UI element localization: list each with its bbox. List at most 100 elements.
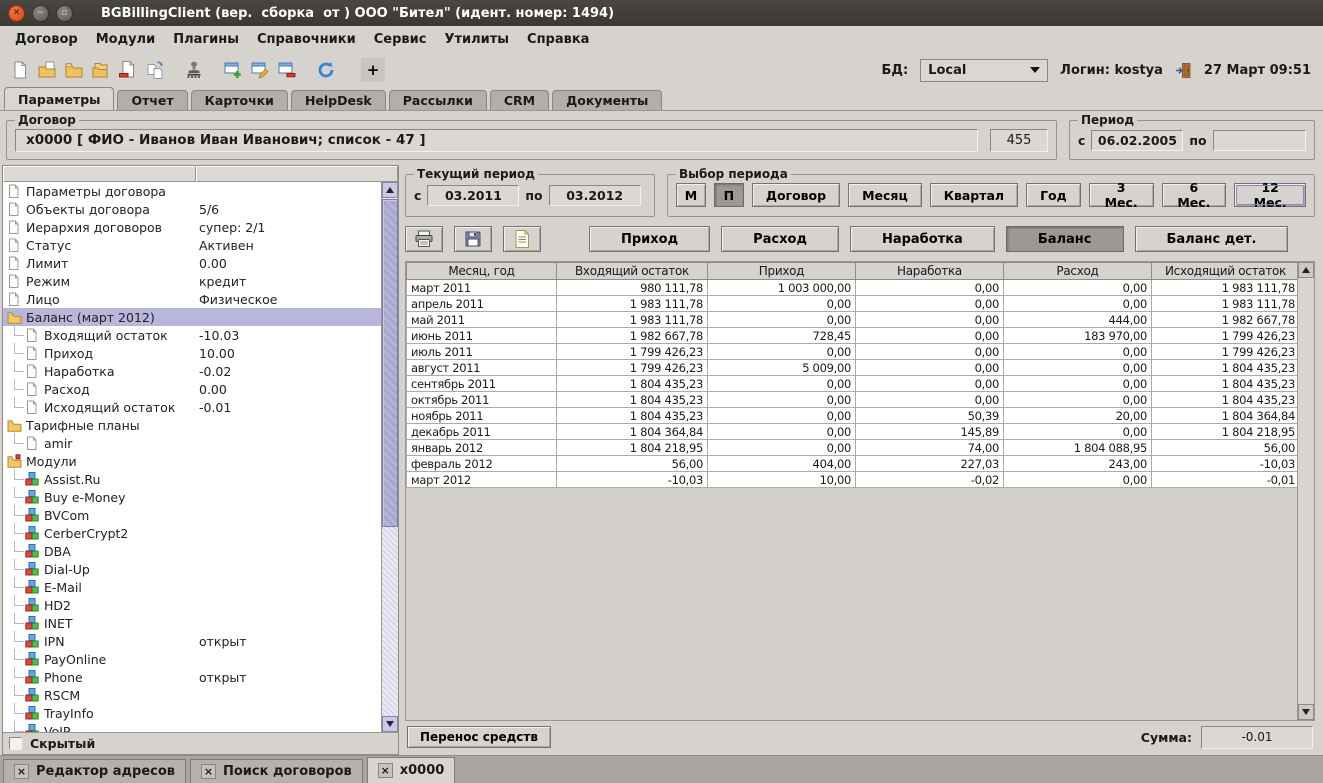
tree-item[interactable]: Assist.Ru <box>3 470 381 488</box>
tree-item[interactable]: E-Mail <box>3 578 381 596</box>
tree-header-cell[interactable] <box>196 166 398 182</box>
tree-item[interactable]: Исходящий остаток-0.01 <box>3 398 381 416</box>
table-row[interactable]: октябрь 20111 804 435,230,000,000,001 80… <box>407 392 1300 408</box>
tree-item[interactable]: TrayInfo <box>3 704 381 722</box>
tree-item[interactable]: INET <box>3 614 381 632</box>
tree-item[interactable]: Phoneоткрыт <box>3 668 381 686</box>
window-delete-icon[interactable] <box>273 57 300 84</box>
tree-item[interactable]: Иерархия договоровсупер: 2/1 <box>3 218 381 236</box>
table-scrollbar[interactable] <box>1297 262 1314 720</box>
tree-item[interactable]: HD2 <box>3 596 381 614</box>
period-button-6 Мес.[interactable]: 6 Мес. <box>1162 183 1227 207</box>
tab-Карточки[interactable]: Карточки <box>191 90 288 110</box>
menu-item-Модули[interactable]: Модули <box>87 29 164 50</box>
menu-item-Сервис[interactable]: Сервис <box>365 29 436 50</box>
menu-item-Справочники[interactable]: Справочники <box>248 29 365 50</box>
tree-item[interactable]: Параметры договора <box>3 182 381 200</box>
view-button-Баланс дет.[interactable]: Баланс дет. <box>1135 226 1289 252</box>
period-from-field[interactable]: 06.02.2005 <box>1091 130 1183 151</box>
tree-item[interactable]: CerberCrypt2 <box>3 524 381 542</box>
table-row[interactable]: январь 20121 804 218,950,0074,001 804 08… <box>407 440 1300 456</box>
tree-scrollbar[interactable] <box>381 182 398 732</box>
tree-item[interactable]: Наработка-0.02 <box>3 362 381 380</box>
stamp-icon[interactable] <box>180 57 207 84</box>
save-button[interactable] <box>454 226 492 252</box>
column-header[interactable]: Месяц, год <box>407 263 557 280</box>
tree-item[interactable]: Режимкредит <box>3 272 381 290</box>
tree-item[interactable]: Лимит0.00 <box>3 254 381 272</box>
menu-item-Плагины[interactable]: Плагины <box>164 29 248 50</box>
view-button-Приход[interactable]: Приход <box>589 226 710 252</box>
close-icon[interactable]: × <box>14 764 29 779</box>
tree-item[interactable]: Объекты договора5/6 <box>3 200 381 218</box>
window-maximize-button[interactable]: ▫ <box>56 5 73 22</box>
period-button-П[interactable]: П <box>714 183 744 207</box>
table-row[interactable]: сентябрь 20111 804 435,230,000,000,001 8… <box>407 376 1300 392</box>
db-select[interactable]: Local <box>920 59 1048 82</box>
toolbar-plus-button[interactable]: + <box>361 58 385 82</box>
tab-Отчет[interactable]: Отчет <box>117 90 187 110</box>
period-to-field[interactable] <box>1213 130 1306 151</box>
copy-document-icon[interactable] <box>141 57 168 84</box>
tree-item[interactable]: IPNоткрыт <box>3 632 381 650</box>
period-button-Год[interactable]: Год <box>1026 183 1081 207</box>
tree-item[interactable]: Расход0.00 <box>3 380 381 398</box>
tree-item[interactable]: amir <box>3 434 381 452</box>
tree-item[interactable]: BVCom <box>3 506 381 524</box>
table-row[interactable]: июнь 20111 982 667,78728,450,00183 970,0… <box>407 328 1300 344</box>
close-icon[interactable]: × <box>201 764 216 779</box>
open-document-icon[interactable] <box>33 57 60 84</box>
period-button-М[interactable]: М <box>676 183 706 207</box>
folder-icon[interactable] <box>60 57 87 84</box>
window-close-button[interactable]: ✕ <box>8 5 25 22</box>
bottom-tab-Редактор адресов[interactable]: ×Редактор адресов <box>3 759 186 783</box>
tree-item[interactable]: RSCM <box>3 686 381 704</box>
menu-item-Утилиты[interactable]: Утилиты <box>435 29 518 50</box>
tree-item[interactable]: Баланс (март 2012) <box>3 308 381 326</box>
scroll-down-icon[interactable] <box>382 716 398 732</box>
menu-item-Договор[interactable]: Договор <box>6 29 87 50</box>
column-header[interactable]: Наработка <box>856 263 1004 280</box>
view-button-Расход[interactable]: Расход <box>721 226 839 252</box>
tree-item[interactable]: ЛицоФизическое <box>3 290 381 308</box>
tree-item[interactable]: PayOnline <box>3 650 381 668</box>
folders-icon[interactable] <box>87 57 114 84</box>
tree-item[interactable]: Buy e-Money <box>3 488 381 506</box>
tree-scrollbar-thumb[interactable] <box>382 199 398 527</box>
table-row[interactable]: март 2012-10,0310,00-0,020,00-0,01 <box>407 472 1300 488</box>
tree-item[interactable]: Входящий остаток-10.03 <box>3 326 381 344</box>
tab-CRM[interactable]: CRM <box>490 90 549 110</box>
period-button-Договор[interactable]: Договор <box>752 183 840 207</box>
tree-item[interactable]: DBA <box>3 542 381 560</box>
scroll-up-icon[interactable] <box>382 182 398 198</box>
tab-Рассылки[interactable]: Рассылки <box>389 90 487 110</box>
window-minimize-button[interactable]: − <box>32 5 49 22</box>
table-row[interactable]: апрель 20111 983 111,780,000,000,001 983… <box>407 296 1300 312</box>
table-row[interactable]: июль 20111 799 426,230,000,000,001 799 4… <box>407 344 1300 360</box>
scroll-up-icon[interactable] <box>1298 262 1314 278</box>
tree-item[interactable]: Приход10.00 <box>3 344 381 362</box>
bottom-tab-x0000[interactable]: ×x0000 <box>367 757 456 783</box>
refresh-icon[interactable] <box>312 57 339 84</box>
logout-door-icon[interactable] <box>1175 62 1192 79</box>
tree-item[interactable]: Тарифные планы <box>3 416 381 434</box>
delete-document-icon[interactable] <box>114 57 141 84</box>
window-edit-icon[interactable] <box>246 57 273 84</box>
contract-field[interactable]: x0000 [ ФИО - Иванов Иван Иванович; спис… <box>15 129 978 152</box>
tree-item[interactable]: VoIP <box>3 722 381 732</box>
view-button-Баланс[interactable]: Баланс <box>1006 226 1124 252</box>
bottom-tab-Поиск договоров[interactable]: ×Поиск договоров <box>190 759 363 783</box>
column-header[interactable]: Расход <box>1004 263 1152 280</box>
close-icon[interactable]: × <box>378 763 393 778</box>
table-row[interactable]: август 20111 799 426,235 009,000,000,001… <box>407 360 1300 376</box>
column-header[interactable]: Приход <box>708 263 856 280</box>
period-button-Месяц[interactable]: Месяц <box>848 183 922 207</box>
tree-header-cell[interactable] <box>3 166 196 182</box>
tree-item[interactable]: СтатусАктивен <box>3 236 381 254</box>
column-header[interactable]: Исходящий остаток <box>1152 263 1300 280</box>
view-button-Наработка[interactable]: Наработка <box>850 226 995 252</box>
hidden-checkbox[interactable] <box>9 737 22 750</box>
export-button[interactable] <box>503 226 541 252</box>
period-button-Квартал[interactable]: Квартал <box>930 183 1018 207</box>
current-period-to-field[interactable]: 03.2012 <box>549 185 641 206</box>
